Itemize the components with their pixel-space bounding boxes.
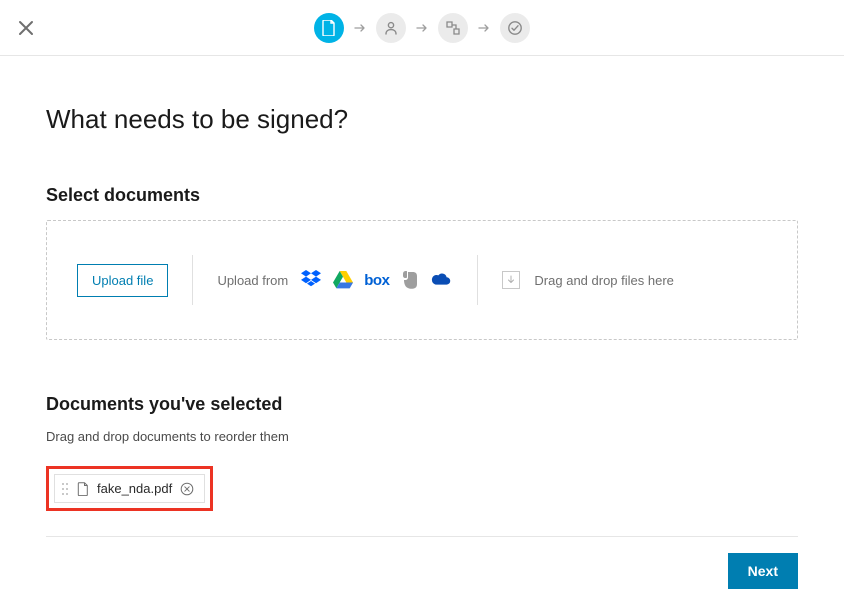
step-sign[interactable] (438, 13, 468, 43)
evernote-icon (401, 270, 419, 290)
onedrive-icon (431, 272, 453, 288)
document-filename: fake_nda.pdf (97, 481, 172, 496)
footer: Next (46, 536, 798, 603)
provider-box[interactable]: box (364, 269, 389, 291)
page-title: What needs to be signed? (46, 104, 798, 135)
box-icon: box (364, 272, 389, 289)
drag-drop-text: Drag and drop files here (534, 273, 673, 288)
dropbox-icon (300, 270, 322, 290)
close-button[interactable] (12, 14, 40, 42)
check-circle-icon (507, 20, 523, 36)
selected-documents-title: Documents you've selected (46, 394, 798, 415)
selected-document-row[interactable]: fake_nda.pdf (54, 474, 205, 503)
provider-icons: box (300, 269, 453, 291)
step-arrow-icon (478, 23, 490, 33)
step-review[interactable] (500, 13, 530, 43)
step-arrow-icon (416, 23, 428, 33)
upload-file-button[interactable]: Upload file (77, 264, 168, 297)
remove-document-button[interactable] (180, 482, 194, 496)
topbar (0, 0, 844, 56)
provider-dropbox[interactable] (300, 269, 322, 291)
selected-document-highlight: fake_nda.pdf (46, 466, 213, 511)
person-icon (384, 21, 398, 35)
provider-onedrive[interactable] (431, 269, 453, 291)
divider (477, 255, 478, 305)
next-button[interactable]: Next (728, 553, 798, 589)
step-document[interactable] (314, 13, 344, 43)
stepper (314, 13, 530, 43)
google-drive-icon (333, 271, 353, 289)
document-icon (322, 20, 336, 36)
drag-handle-icon[interactable] (61, 482, 69, 496)
document-icon (77, 482, 89, 496)
step-arrow-icon (354, 23, 366, 33)
step-person[interactable] (376, 13, 406, 43)
remove-circle-icon (180, 482, 194, 496)
provider-evernote[interactable] (399, 269, 421, 291)
upload-from-label: Upload from (217, 273, 288, 288)
download-arrow-icon (502, 271, 520, 289)
sign-icon (445, 21, 461, 35)
reorder-hint: Drag and drop documents to reorder them (46, 429, 798, 444)
select-documents-title: Select documents (46, 185, 798, 206)
upload-dropzone[interactable]: Upload file Upload from box (46, 220, 798, 340)
close-icon (18, 20, 34, 36)
divider (192, 255, 193, 305)
provider-google-drive[interactable] (332, 269, 354, 291)
